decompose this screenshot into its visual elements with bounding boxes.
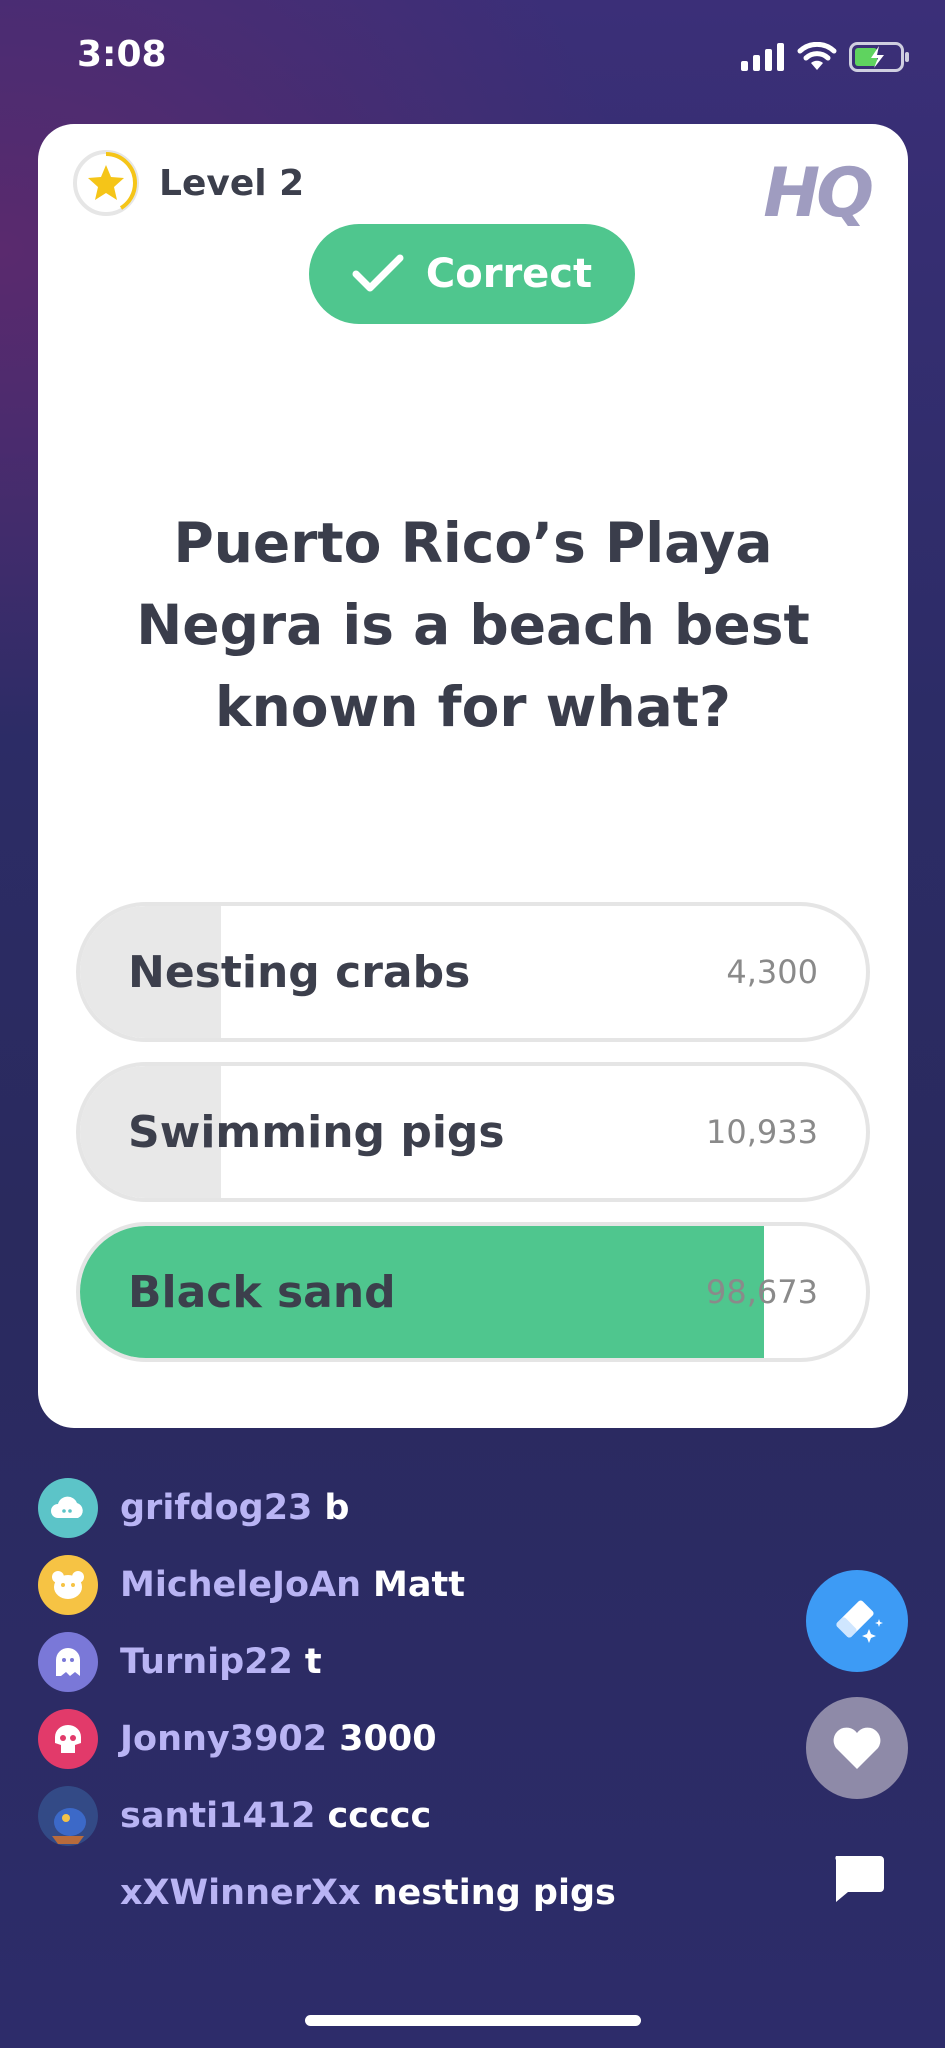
answer-option-correct: Black sand 98,673 [76, 1222, 870, 1362]
eraser-icon [836, 1600, 883, 1643]
chat-text: 3000 [339, 1719, 437, 1759]
signal-icon [741, 43, 784, 71]
chat-text: nesting pigs [372, 1873, 616, 1913]
skull-icon [38, 1709, 98, 1769]
battery-icon [849, 42, 909, 72]
chat-username: Turnip22 [120, 1642, 293, 1682]
chat-message: MicheleJoAn Matt [38, 1555, 465, 1615]
answer-count: 10,933 [706, 1113, 818, 1151]
wifi-icon [797, 42, 837, 70]
avatar-placeholder [38, 1863, 98, 1923]
chat-text: t [304, 1642, 322, 1682]
answer-option: Nesting crabs 4,300 [76, 902, 870, 1042]
chat-username: Jonny3902 [120, 1719, 328, 1759]
answer-count: 4,300 [726, 953, 818, 991]
question-text: Puerto Rico’s Playa Negra is a beach bes… [136, 511, 810, 739]
level-label: Level 2 [159, 162, 305, 204]
chat-username: grifdog23 [120, 1488, 313, 1528]
answer-label: Nesting crabs [128, 946, 471, 998]
chat-text: ccccc [327, 1796, 432, 1836]
status-time: 3:08 [77, 34, 167, 75]
cloud-icon [38, 1478, 98, 1538]
chat-message: grifdog23 b [38, 1478, 349, 1538]
level-indicator: Level 2 [73, 150, 304, 216]
bear-icon [38, 1555, 98, 1615]
heart-icon [833, 1727, 881, 1769]
chat-text: b [324, 1488, 350, 1528]
level-badge [73, 150, 139, 216]
chat-username: MicheleJoAn [120, 1565, 362, 1605]
chat-button[interactable] [830, 1850, 886, 1906]
answer-label: Black sand [128, 1266, 396, 1318]
correct-badge: Correct [309, 224, 635, 324]
checkmark-icon [352, 254, 404, 292]
chat-username: xXWinnerXx [120, 1873, 361, 1913]
question-card: Level 2 HQ Correct Puerto Rico’s Playa N… [38, 124, 908, 1428]
chat-message: xXWinnerXx nesting pigs [38, 1863, 616, 1923]
level-progress-arc [105, 152, 138, 210]
eraser-button[interactable] [806, 1570, 908, 1672]
chat-message: Jonny3902 3000 [38, 1709, 437, 1769]
ghost-icon [38, 1632, 98, 1692]
chat-text: Matt [373, 1565, 465, 1605]
chat-message: santi1412 ccccc [38, 1786, 431, 1846]
home-indicator[interactable] [305, 2015, 641, 2026]
chat-username: santi1412 [120, 1796, 316, 1836]
status-icons [741, 42, 911, 72]
photo-avatar [38, 1786, 98, 1846]
answer-option: Swimming pigs 10,933 [76, 1062, 870, 1202]
status-bar: 3:08 [0, 0, 945, 115]
answer-label: Swimming pigs [128, 1106, 505, 1158]
correct-label: Correct [425, 251, 593, 297]
chat-bubble-icon [835, 1856, 884, 1902]
chat-message: Turnip22 t [38, 1632, 322, 1692]
heart-button[interactable] [806, 1697, 908, 1799]
answer-count: 98,673 [706, 1273, 818, 1311]
hq-logo: HQ [763, 154, 874, 233]
